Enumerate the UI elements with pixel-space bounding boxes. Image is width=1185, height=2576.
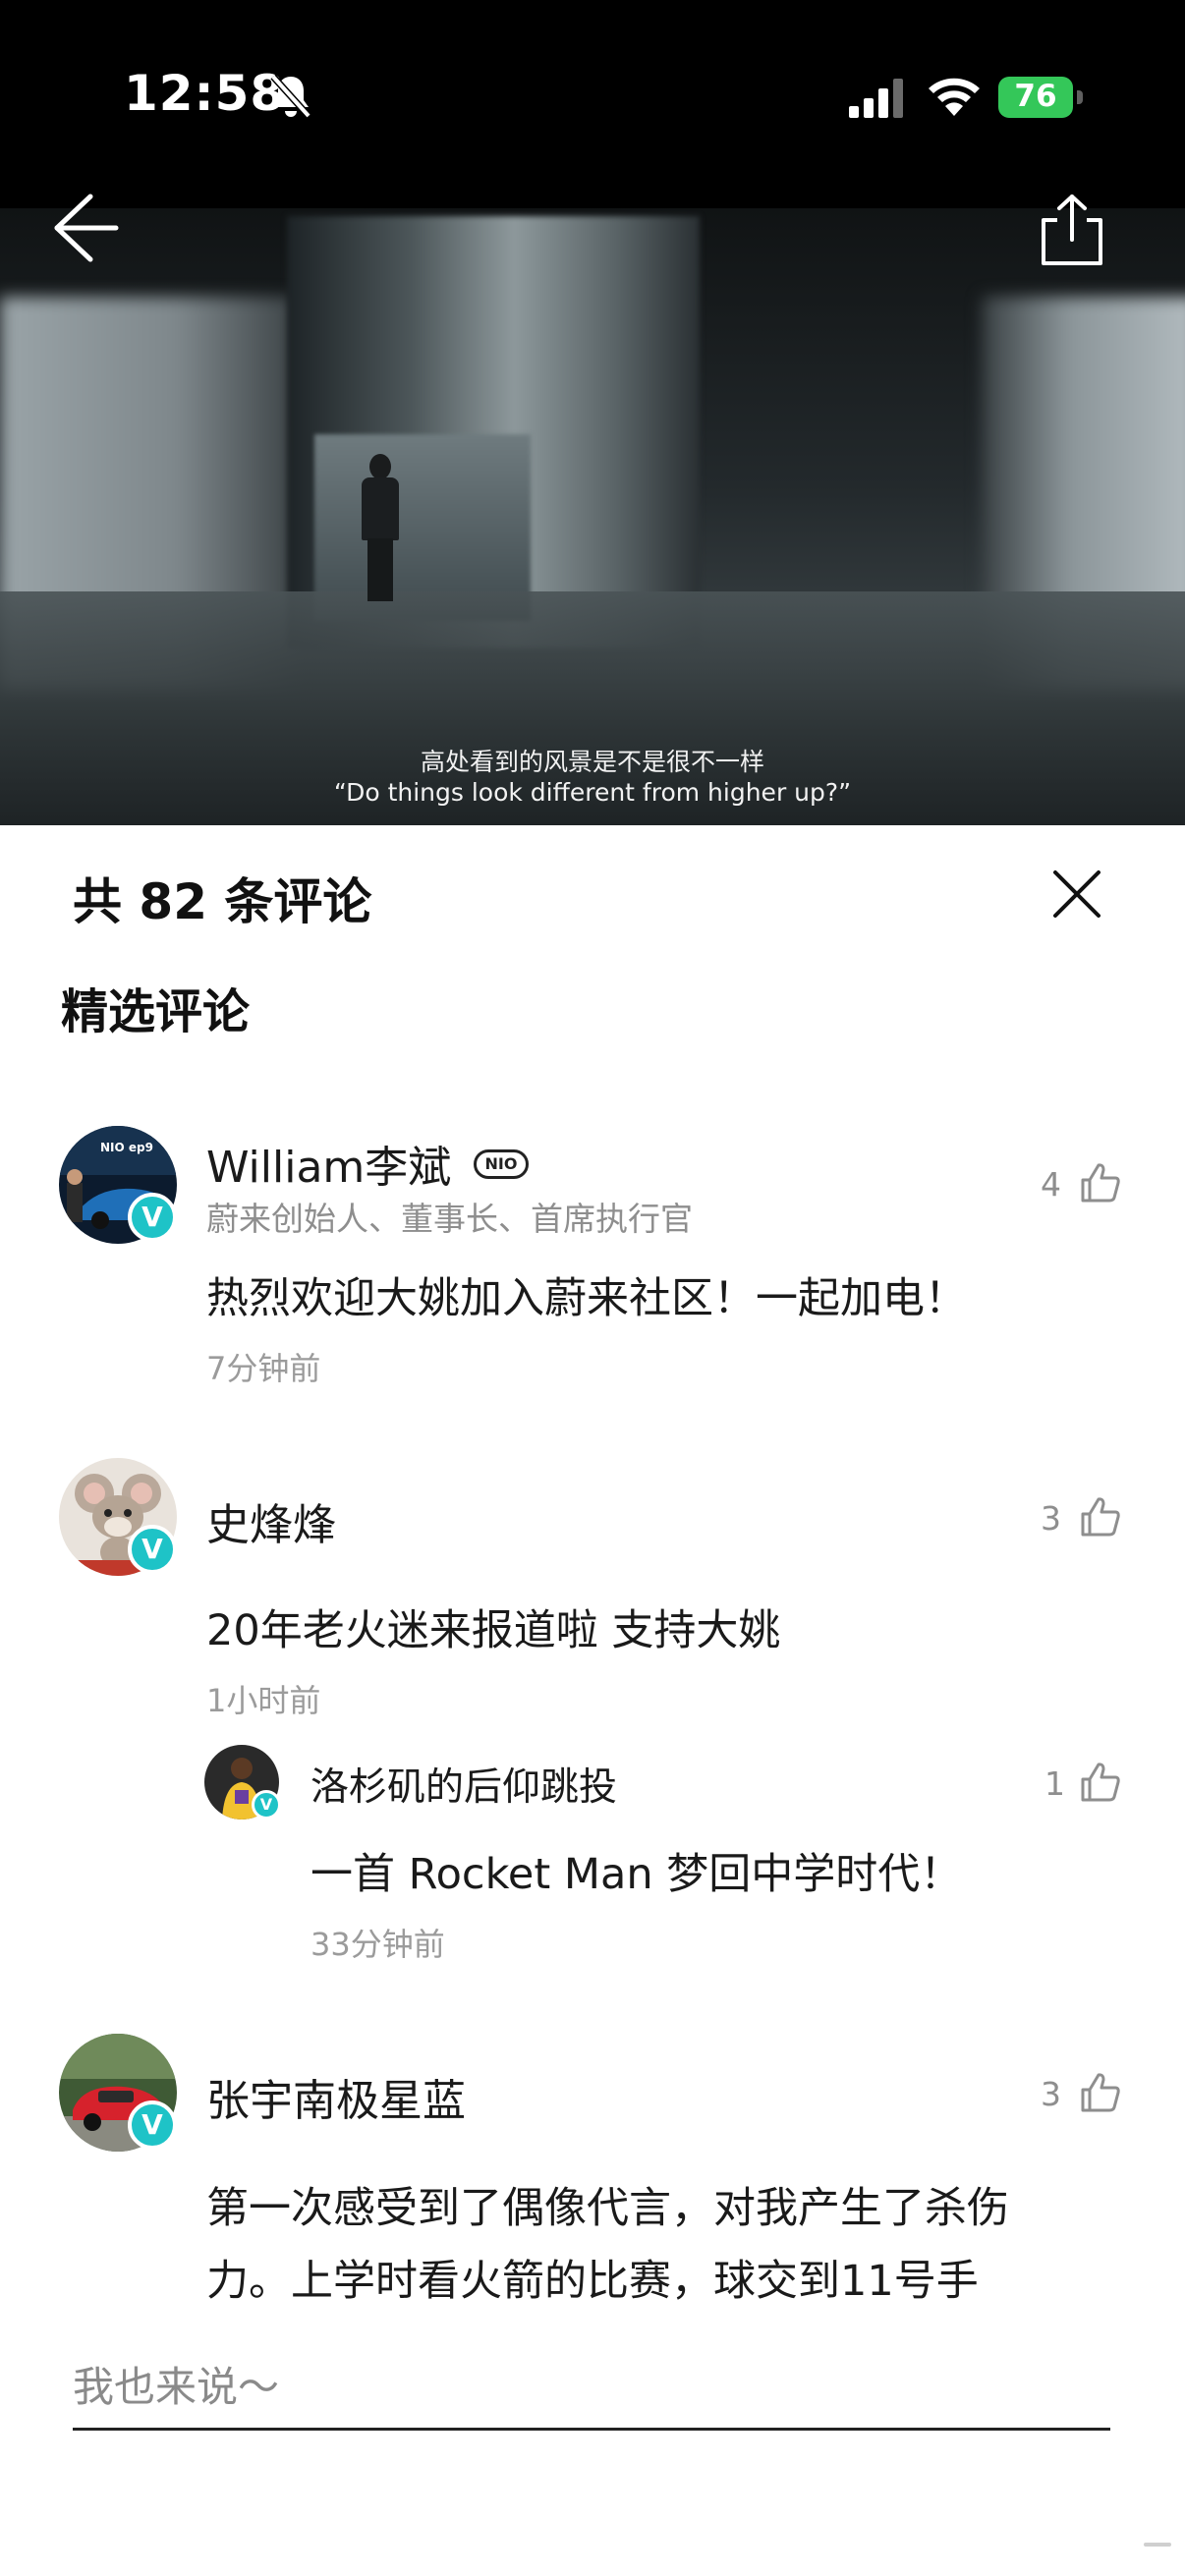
video-caption-chinese: 高处看到的风景是不是很不一样	[420, 748, 764, 776]
cellular-signal-icon	[849, 79, 903, 118]
comment-input[interactable]	[73, 2346, 1110, 2431]
comment-time: 1小时前	[206, 1682, 321, 1719]
verified-badge-icon: V	[128, 1193, 177, 1242]
share-icon[interactable]	[1038, 193, 1106, 267]
verified-badge-icon: V	[252, 1790, 281, 1820]
thumbs-up-icon[interactable]	[1079, 2071, 1122, 2114]
svg-text:NIO ep9: NIO ep9	[100, 1141, 153, 1154]
verified-badge-icon: V	[128, 2100, 177, 2150]
featured-comments-heading: 精选评论	[61, 984, 251, 1039]
status-time: 12:58	[124, 65, 286, 122]
back-arrow-icon[interactable]	[51, 189, 120, 267]
comment-text-line: 第一次感受到了偶像代言，对我产生了杀伤	[206, 2184, 1009, 2233]
comment-text-line: 力。上学时看火箭的比赛，球交到11号手	[206, 2257, 979, 2306]
comment-text: 20年老火迷来报道啦 支持大姚	[206, 1606, 781, 1655]
thumbs-up-icon[interactable]	[1079, 1495, 1122, 1539]
comment-username[interactable]: William李斌	[206, 1132, 451, 1195]
like-count: 1	[1044, 1764, 1065, 1803]
video-caption-english: “Do things look different from higher up…	[333, 778, 852, 807]
video-player[interactable]	[0, 208, 1185, 825]
verified-badge-icon: V	[128, 1525, 177, 1574]
comment-username[interactable]: 史烽烽	[206, 1489, 336, 1552]
reply-time: 33分钟前	[310, 1926, 445, 1963]
user-title: 蔚来创始人、董事长、首席执行官	[206, 1200, 693, 1238]
comment-username[interactable]: 张宇南极星蓝	[206, 2065, 466, 2128]
video-frame-person	[358, 454, 403, 601]
status-bar: 12:58 76	[0, 0, 1185, 208]
battery-level: 76	[1014, 79, 1057, 114]
thumbs-up-icon[interactable]	[1079, 1161, 1122, 1204]
thumbs-up-icon[interactable]	[1079, 1761, 1122, 1804]
comment-time: 7分钟前	[206, 1350, 321, 1387]
battery-indicator: 76	[998, 77, 1083, 118]
like-count: 3	[1041, 1499, 1061, 1538]
wifi-icon	[929, 78, 980, 116]
battery-tip	[1077, 90, 1083, 104]
swipe-indicator-icon	[1144, 2543, 1171, 2547]
comment-text: 热烈欢迎大姚加入蔚来社区！一起加电！	[206, 1274, 967, 1323]
comments-count-title: 共 82 条评论	[73, 873, 372, 930]
nio-brand-badge-icon: NIO	[474, 1149, 529, 1179]
reply-username[interactable]: 洛杉矶的后仰跳投	[310, 1757, 617, 1812]
bell-off-icon	[270, 74, 311, 119]
reply-text: 一首 Rocket Man 梦回中学时代！	[310, 1850, 963, 1899]
like-count: 4	[1041, 1165, 1061, 1204]
close-icon[interactable]	[1049, 867, 1104, 922]
like-count: 3	[1041, 2075, 1061, 2113]
